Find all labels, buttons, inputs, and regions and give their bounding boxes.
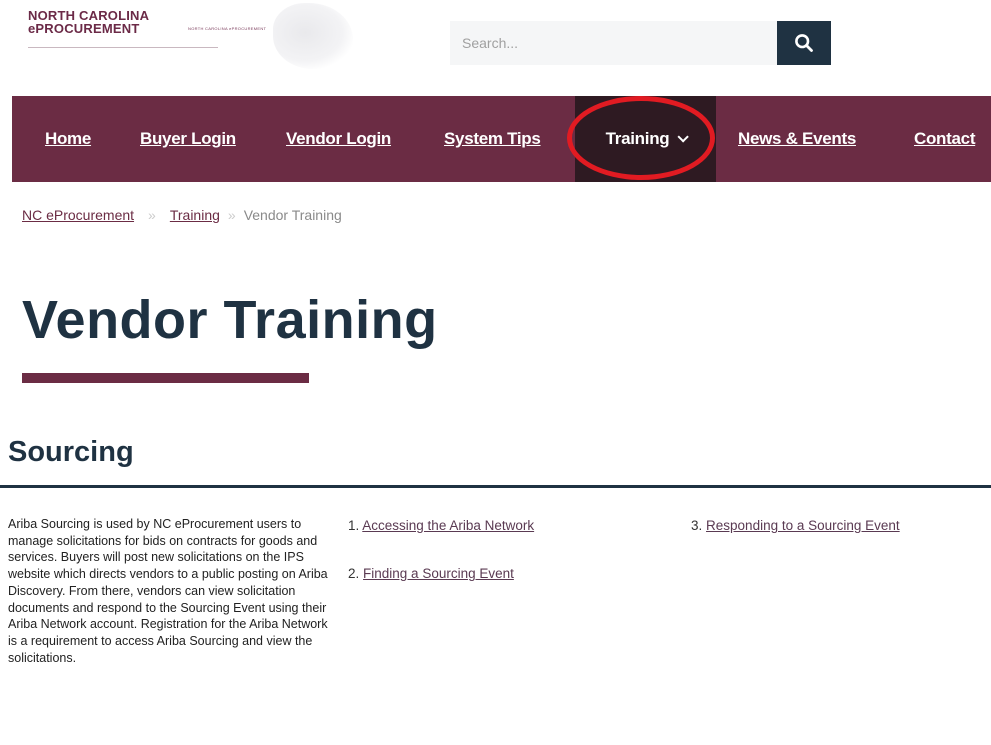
nav-training[interactable]: Training (575, 96, 716, 182)
search-bar (450, 21, 831, 65)
breadcrumb: NC eProcurement » Training » Vendor Training (22, 207, 342, 223)
breadcrumb-current: Vendor Training (243, 207, 342, 223)
logo-line-2: ePROCUREMENT (28, 21, 140, 36)
search-input[interactable] (450, 21, 777, 65)
logo-tagline: NORTH CAROLINA ePROCUREMENT (188, 26, 267, 31)
breadcrumb-separator: » (227, 207, 236, 223)
link-finding-sourcing-event[interactable]: Finding a Sourcing Event (363, 566, 514, 581)
logo-divider (28, 47, 218, 48)
nav-home[interactable]: Home (45, 96, 91, 182)
link-number: 2. (348, 566, 360, 581)
section-divider (0, 485, 991, 488)
page-title: Vendor Training (22, 290, 438, 350)
nc-map-graphic (273, 3, 353, 69)
breadcrumb-nc-eprocurement[interactable]: NC eProcurement (22, 207, 134, 223)
search-button[interactable] (777, 21, 831, 65)
section-title-sourcing: Sourcing (8, 436, 134, 468)
link-responding-sourcing-event[interactable]: Responding to a Sourcing Event (706, 518, 900, 533)
training-link-item: 2. Finding a Sourcing Event (348, 566, 514, 581)
nav-system-tips[interactable]: System Tips (444, 96, 541, 182)
chevron-down-icon (677, 131, 690, 143)
sourcing-description: Ariba Sourcing is used by NC eProcuremen… (8, 517, 328, 665)
nav-contact[interactable]: Contact (914, 96, 975, 182)
nav-training-label: Training (605, 129, 670, 148)
main-nav: Home Buyer Login Vendor Login System Tip… (12, 96, 991, 182)
link-accessing-ariba-network[interactable]: Accessing the Ariba Network (362, 518, 534, 533)
link-number: 1. (348, 518, 360, 533)
training-link-item: 1. Accessing the Ariba Network (348, 518, 534, 533)
title-underline-bar (22, 373, 309, 383)
training-link-item: 3. Responding to a Sourcing Event (691, 518, 900, 533)
link-number: 3. (691, 518, 703, 533)
breadcrumb-training[interactable]: Training (170, 207, 220, 223)
nav-news-events[interactable]: News & Events (738, 96, 856, 182)
nav-buyer-login[interactable]: Buyer Login (140, 96, 236, 182)
search-icon (795, 34, 813, 52)
breadcrumb-separator: » (148, 207, 156, 223)
nav-vendor-login[interactable]: Vendor Login (286, 96, 391, 182)
site-logo[interactable]: NORTH CAROLINA ePROCUREMENT NORTH CAROLI… (28, 3, 353, 69)
